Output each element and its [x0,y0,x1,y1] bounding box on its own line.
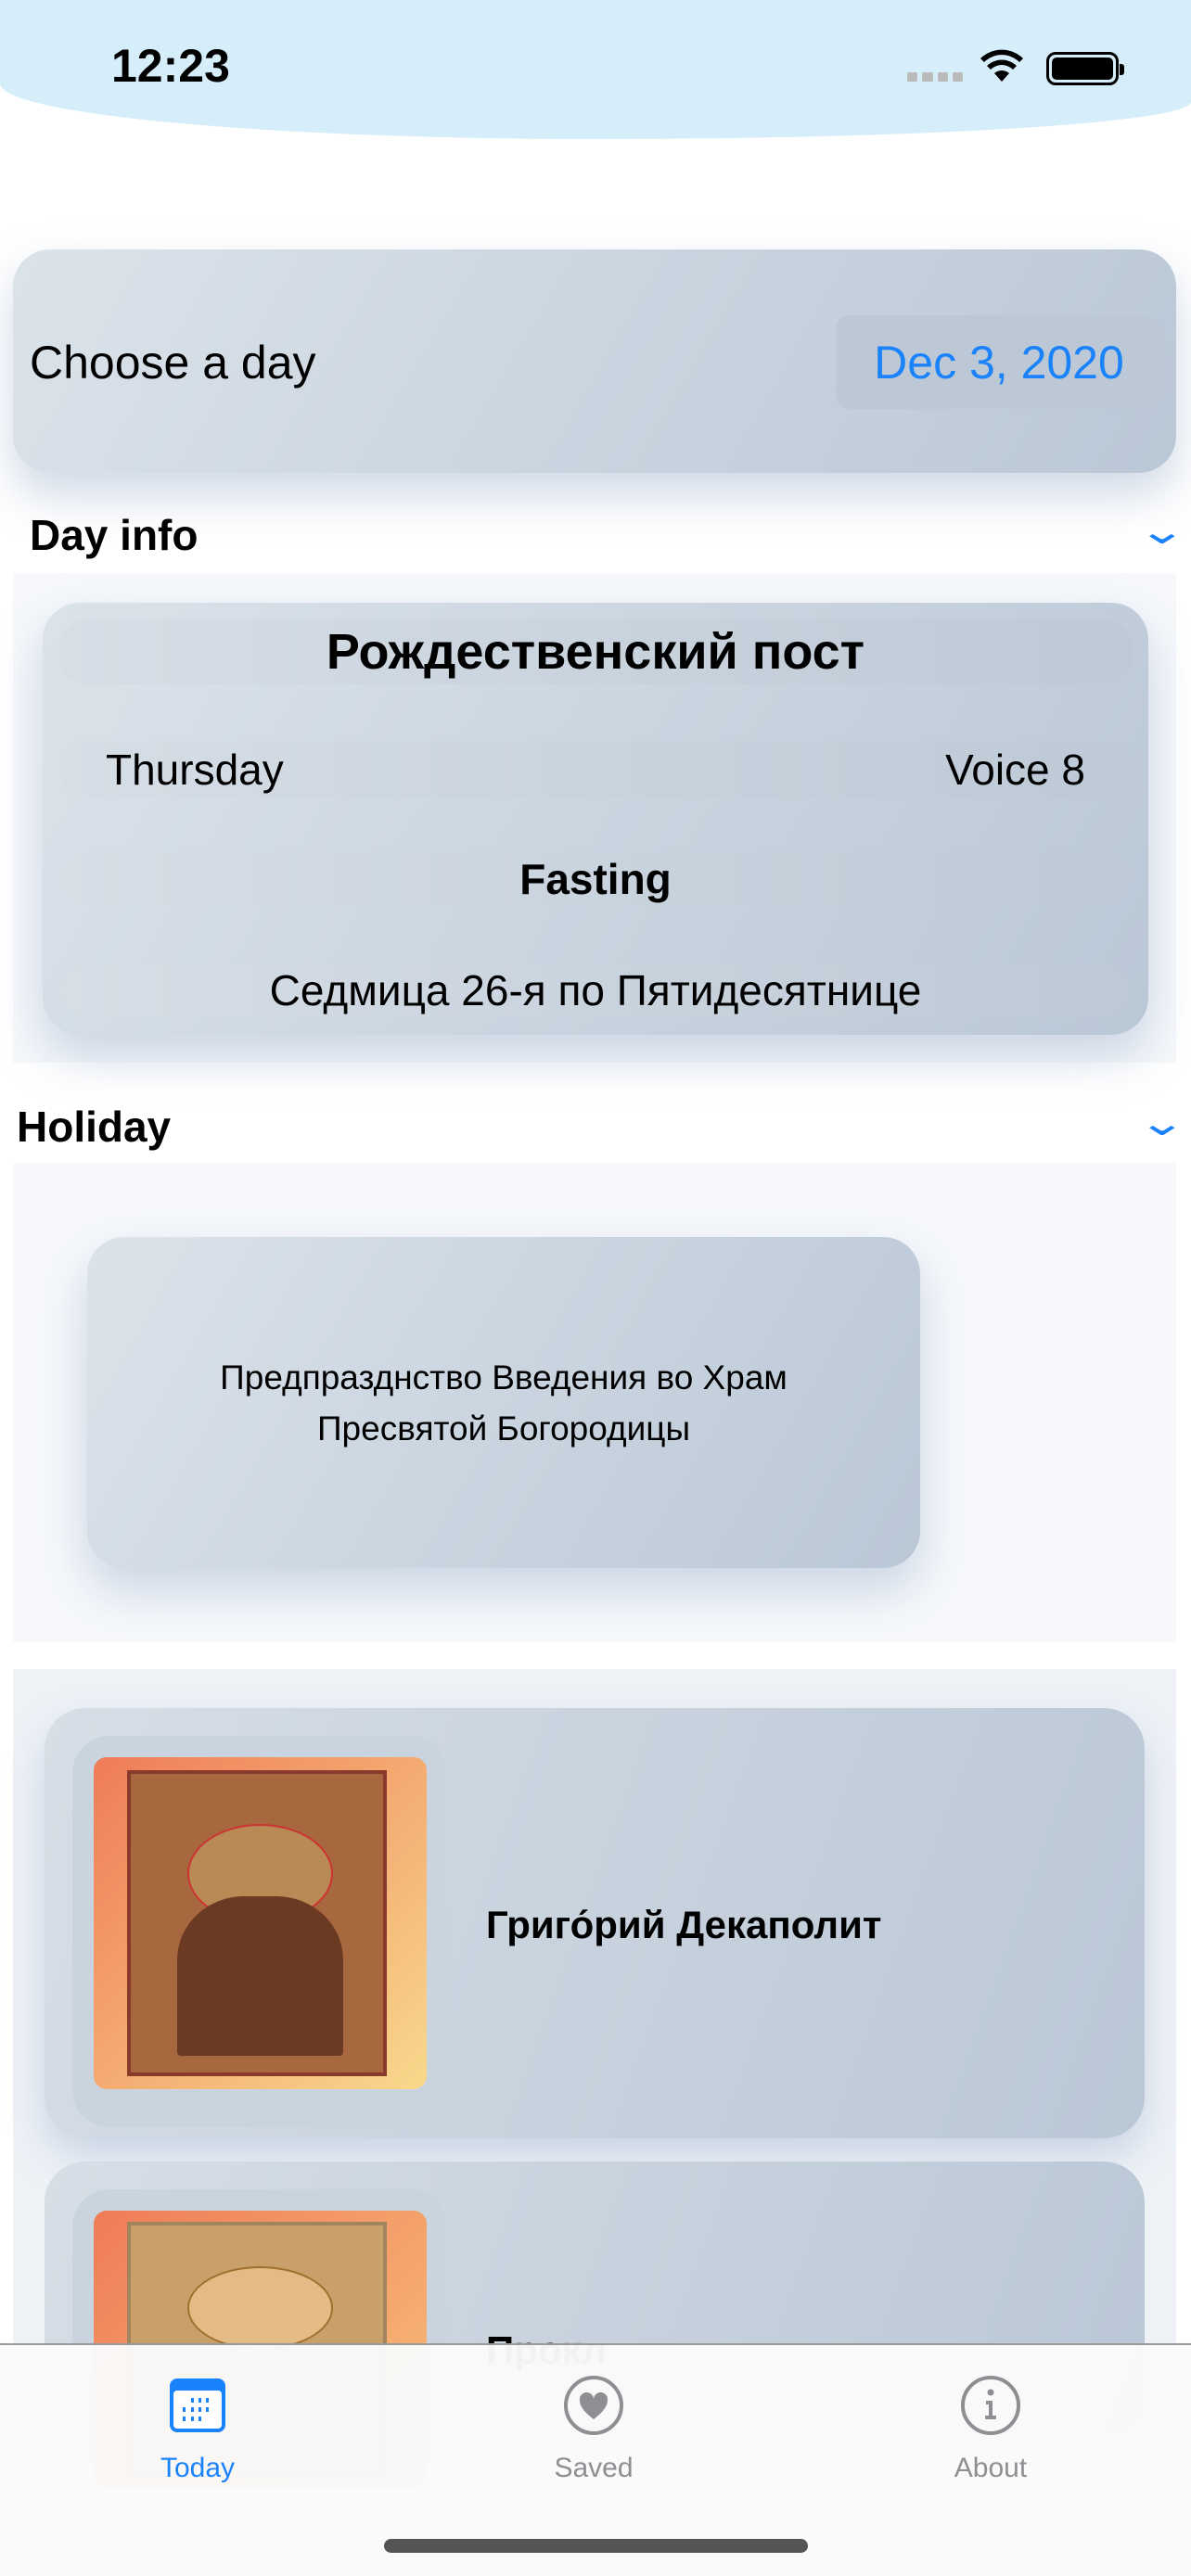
home-indicator[interactable] [384,2539,808,2553]
tab-label: Saved [554,2453,634,2483]
chevron-down-icon[interactable]: ⌄ [1137,1102,1187,1144]
holiday-line: Предпразднство Введения во Храм [220,1358,788,1396]
info-icon [898,2373,1083,2438]
fast-title: Рождественский пост [59,619,1132,684]
tab-label: Today [160,2453,236,2483]
fasting-label: Fasting [59,852,1132,905]
holiday-header: Holiday [17,1103,172,1151]
tab-about[interactable]: About [898,2373,1083,2484]
day-info-header: Day info [30,511,198,559]
week-label: Седмица 26-я по Пятидесятнице [59,963,1132,1018]
saint-name: Григо́рий Декаполит [486,1903,882,1946]
holiday-line: Пресвятой Богородицы [316,1409,691,1447]
saint-card[interactable]: Григо́рий Декаполит [45,1708,1145,2138]
date-picker-button[interactable]: Dec 3, 2020 [836,315,1162,409]
voice: Voice 8 [945,746,1085,794]
battery-icon [1046,52,1124,85]
heart-icon [501,2373,686,2438]
weekday: Thursday [106,746,284,794]
holiday-card[interactable]: Предпразднство Введения во Храм Пресвято… [87,1237,920,1568]
tab-saved[interactable]: Saved [501,2373,686,2484]
tab-label: About [954,2453,1028,2483]
tab-today[interactable]: Today [105,2373,290,2484]
cellular-icon [907,72,963,82]
chevron-down-icon[interactable]: ⌄ [1137,510,1187,553]
choose-day-label: Choose a day [30,337,316,389]
saint-icon-image [94,1757,427,2089]
weekday-row: Thursday Voice 8 [59,741,1132,798]
status-time: 12:23 [111,40,230,92]
wifi-icon [979,46,1025,92]
calendar-icon [105,2373,290,2438]
